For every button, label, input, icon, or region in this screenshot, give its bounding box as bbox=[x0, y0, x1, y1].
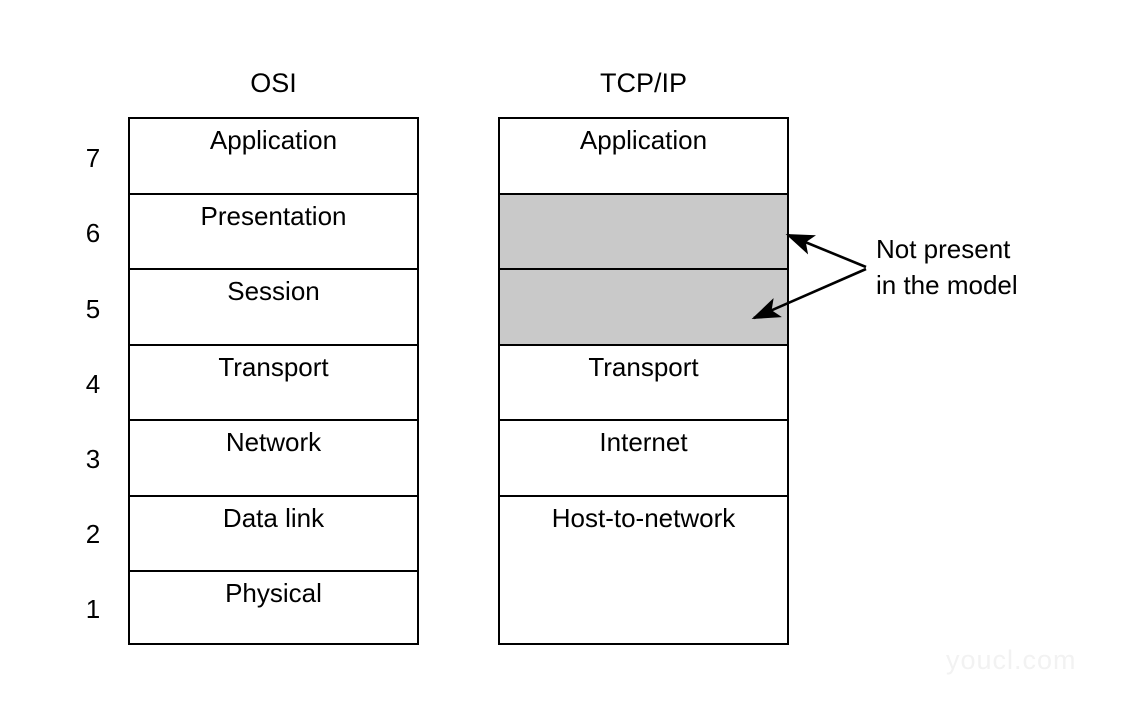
osi-layer-label: Physical bbox=[225, 578, 322, 608]
tcpip-layer-internet: Internet bbox=[500, 421, 787, 497]
layer-number-4: 4 bbox=[85, 369, 101, 399]
diagram-canvas: OSI TCP/IP 7 6 5 4 3 2 1 Application Pre… bbox=[0, 0, 1140, 704]
layer-number-6: 6 bbox=[85, 218, 101, 248]
tcpip-layer-label: Application bbox=[579, 125, 708, 155]
tcpip-column-title: TCP/IP bbox=[599, 68, 687, 98]
tcpip-layer-label: Internet bbox=[599, 427, 688, 457]
tcpip-layer-label: Transport bbox=[588, 351, 699, 382]
osi-layer-label: Data link bbox=[222, 502, 325, 533]
osi-layer-session: Session bbox=[130, 270, 417, 346]
osi-layer-physical: Physical bbox=[130, 572, 417, 642]
osi-stack: Application Presentation Session Transpo… bbox=[128, 117, 419, 645]
osi-layer-label: Transport bbox=[218, 351, 329, 382]
tcpip-layer-transport: Transport bbox=[500, 346, 787, 421]
layer-number-1: 1 bbox=[85, 594, 101, 624]
tcpip-layer-host-to-network: Host-to-network bbox=[500, 497, 787, 643]
osi-layer-network: Network bbox=[130, 421, 417, 497]
tcpip-stack: Application Transport Internet Host-to-n… bbox=[498, 117, 789, 645]
osi-layer-data-link: Data link bbox=[130, 497, 417, 572]
layer-number-7: 7 bbox=[85, 143, 101, 173]
osi-layer-application: Application bbox=[130, 119, 417, 195]
osi-layer-label: Presentation bbox=[200, 200, 347, 231]
osi-layer-label: Network bbox=[225, 427, 322, 457]
osi-layer-transport: Transport bbox=[130, 346, 417, 421]
tcpip-layer-label: Host-to-network bbox=[551, 502, 736, 533]
osi-column-title: OSI bbox=[250, 68, 297, 98]
tcpip-layer-application: Application bbox=[500, 119, 787, 195]
osi-layer-presentation: Presentation bbox=[130, 195, 417, 270]
osi-layer-label: Session bbox=[227, 276, 320, 306]
arrow-to-presentation-gap bbox=[785, 233, 867, 269]
tcpip-layer-missing-session bbox=[500, 270, 787, 346]
annotation-line-2: in the model bbox=[876, 270, 1018, 300]
layer-number-5: 5 bbox=[85, 294, 101, 324]
watermark: youcl.com bbox=[946, 645, 1077, 675]
annotation-line-1: Not present bbox=[876, 234, 1011, 264]
layer-number-2: 2 bbox=[85, 519, 101, 549]
osi-layer-label: Application bbox=[209, 125, 338, 155]
layer-number-3: 3 bbox=[85, 444, 101, 474]
annotation-text: Not present in the model bbox=[876, 231, 1018, 303]
tcpip-layer-missing-presentation bbox=[500, 194, 787, 270]
